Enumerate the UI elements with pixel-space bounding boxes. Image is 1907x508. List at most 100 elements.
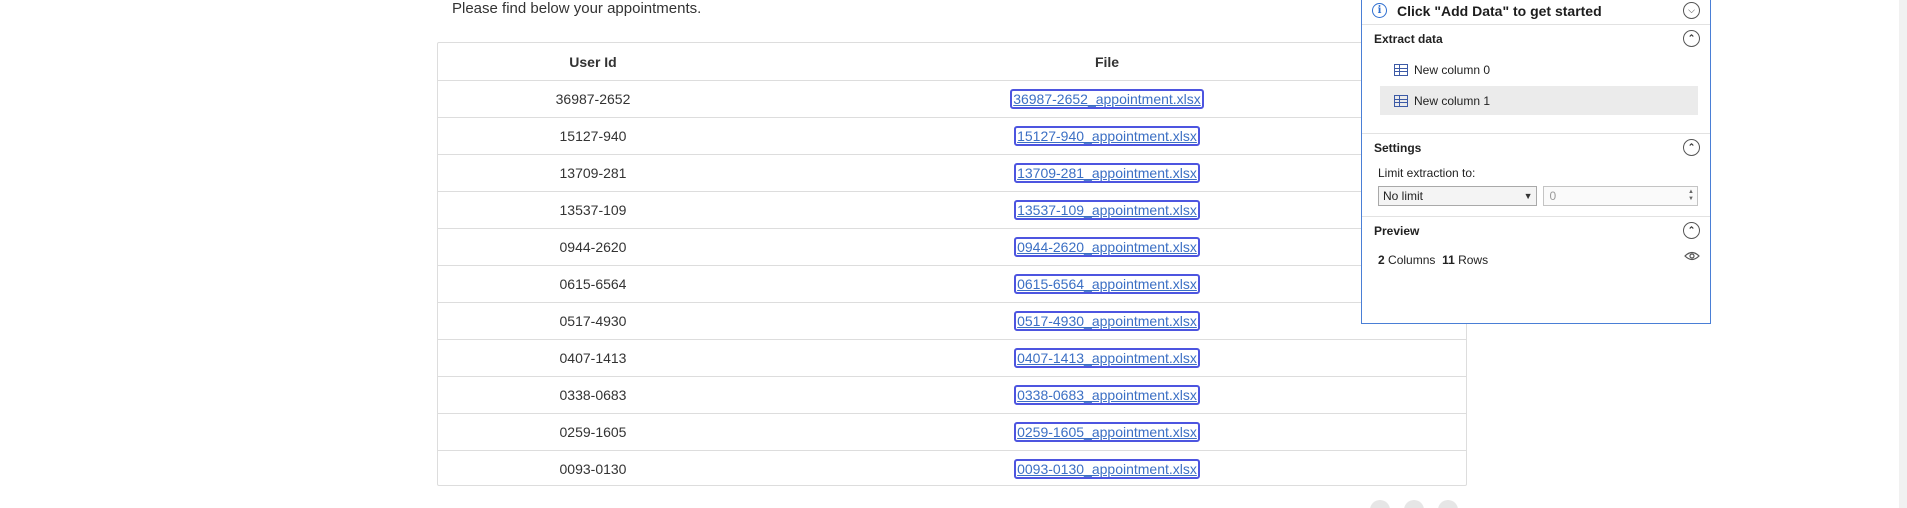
- collapse-header-button[interactable]: ⌵: [1683, 2, 1700, 19]
- settings-heading: Settings ⌃: [1362, 134, 1710, 162]
- appointments-table: User Id File 36987-2652 36987-2652_appoin…: [438, 43, 1466, 487]
- table-column-icon: [1394, 94, 1408, 107]
- settings-body: Limit extraction to: No limit ▼ 0 ▲ ▼: [1362, 162, 1710, 216]
- appointments-table-container: User Id File 36987-2652 36987-2652_appoin…: [437, 42, 1467, 487]
- eye-icon[interactable]: [1684, 251, 1700, 261]
- preview-summary: 2 Columns 11 Rows: [1362, 245, 1710, 277]
- user-id-cell: 13709-281: [438, 154, 748, 192]
- column-item-label: New column 0: [1414, 62, 1491, 77]
- file-link[interactable]: 15127-940_appointment.xlsx: [1014, 126, 1200, 146]
- toggle-preview-button[interactable]: ⌃: [1683, 222, 1700, 239]
- extract-data-section: Extract data ⌃ New column 0 New column 1: [1362, 25, 1710, 134]
- table-row: 0407-1413 0407-1413_appointment.xlsx: [438, 339, 1466, 377]
- file-cell: 0259-1605_appointment.xlsx: [748, 413, 1466, 451]
- limit-row: No limit ▼ 0 ▲ ▼: [1378, 186, 1698, 206]
- extract-data-heading: Extract data ⌃: [1362, 25, 1710, 53]
- file-link[interactable]: 0338-0683_appointment.xlsx: [1014, 385, 1200, 405]
- file-link[interactable]: 0615-6564_appointment.xlsx: [1014, 274, 1200, 294]
- toggle-settings-button[interactable]: ⌃: [1683, 139, 1700, 156]
- extract-data-title: Extract data: [1374, 32, 1443, 46]
- pager-dot[interactable]: [1438, 500, 1458, 508]
- pager-dot[interactable]: [1370, 500, 1390, 508]
- chevron-up-icon: ⌃: [1687, 225, 1696, 235]
- page-scrollbar[interactable]: [1899, 0, 1907, 508]
- limit-select-value: No limit: [1383, 189, 1424, 203]
- user-id-cell: 36987-2652: [555, 91, 631, 107]
- column-item-1[interactable]: New column 1: [1380, 86, 1698, 115]
- table-column-icon: [1394, 63, 1408, 76]
- table-row: 0944-2620 0944-2620_appointment.xlsx: [438, 228, 1466, 266]
- file-cell: 36987-2652_appointment.xlsx: [748, 81, 1466, 118]
- table-row: 0338-0683 0338-0683_appointment.xlsx: [438, 376, 1466, 414]
- file-link[interactable]: 0259-1605_appointment.xlsx: [1014, 422, 1200, 442]
- column-item-label: New column 1: [1414, 93, 1491, 108]
- file-cell: 0338-0683_appointment.xlsx: [748, 376, 1466, 414]
- preview-heading: Preview ⌃: [1362, 217, 1710, 245]
- table-row: 0259-1605 0259-1605_appointment.xlsx: [438, 413, 1466, 451]
- preview-rows-count: 11: [1442, 253, 1455, 267]
- pager-dot[interactable]: [1404, 500, 1424, 508]
- file-cell: 0615-6564_appointment.xlsx: [748, 265, 1466, 303]
- file-cell: 0407-1413_appointment.xlsx: [748, 339, 1466, 377]
- chevron-down-icon: ⌵: [1688, 5, 1695, 15]
- panel-header: i Click "Add Data" to get started ⌵: [1362, 0, 1710, 25]
- chevron-up-icon: ⌃: [1687, 33, 1696, 43]
- table-row: 13537-109 13537-109_appointment.xlsx: [438, 191, 1466, 229]
- info-icon: i: [1372, 3, 1387, 18]
- user-id-cell: 0259-1605: [438, 413, 748, 451]
- chevron-up-icon: ⌃: [1687, 142, 1696, 152]
- file-cell: 13537-109_appointment.xlsx: [748, 191, 1466, 229]
- user-id-cell: 15127-940: [438, 117, 748, 155]
- panel-header-title: Click "Add Data" to get started: [1397, 2, 1602, 19]
- preview-columns-label: Columns: [1388, 253, 1436, 267]
- intro-text: Please find below your appointments.: [452, 0, 702, 17]
- settings-title: Settings: [1374, 141, 1422, 155]
- file-link[interactable]: 0407-1413_appointment.xlsx: [1014, 348, 1200, 368]
- table-row: 0517-4930 0517-4930_appointment.xlsx: [438, 302, 1466, 340]
- file-cell: 13709-281_appointment.xlsx: [748, 154, 1466, 192]
- file-cell: 15127-940_appointment.xlsx: [748, 117, 1466, 155]
- user-id-cell: 0093-0130: [438, 450, 748, 487]
- user-id-cell: 0338-0683: [438, 376, 748, 414]
- spinner-up-icon[interactable]: ▲: [1688, 189, 1694, 196]
- preview-rows-label: Rows: [1458, 253, 1489, 267]
- user-id-cell: 13537-109: [438, 191, 748, 229]
- limit-select[interactable]: No limit ▼: [1378, 186, 1538, 206]
- table-row: 15127-940 15127-940_appointment.xlsx: [438, 117, 1466, 155]
- number-spinner[interactable]: ▲ ▼: [1688, 189, 1694, 203]
- file-link[interactable]: 0517-4930_appointment.xlsx: [1014, 311, 1200, 331]
- file-cell: 0944-2620_appointment.xlsx: [748, 228, 1466, 266]
- file-link[interactable]: 36987-2652_appointment.xlsx: [1010, 89, 1204, 109]
- user-id-cell: 0517-4930: [438, 302, 748, 340]
- dropdown-arrow-icon: ▼: [1523, 191, 1533, 201]
- preview-columns-count: 2: [1378, 253, 1385, 267]
- user-id-cell: 0407-1413: [438, 339, 748, 377]
- table-row: 13709-281 13709-281_appointment.xlsx: [438, 154, 1466, 192]
- preview-title: Preview: [1374, 224, 1420, 238]
- file-cell: 0517-4930_appointment.xlsx: [748, 302, 1466, 340]
- table-row: 36987-2652 36987-2652_appointment.xlsx: [438, 81, 1466, 118]
- file-link[interactable]: 13537-109_appointment.xlsx: [1014, 200, 1200, 220]
- spinner-down-icon[interactable]: ▼: [1688, 196, 1694, 203]
- file-link[interactable]: 13709-281_appointment.xlsx: [1014, 163, 1200, 183]
- file-link[interactable]: 0093-0130_appointment.xlsx: [1014, 459, 1200, 479]
- file-link[interactable]: 0944-2620_appointment.xlsx: [1014, 237, 1200, 257]
- preview-section: Preview ⌃ 2 Columns 11 Rows: [1362, 217, 1710, 277]
- header-user-id: User Id: [438, 43, 748, 81]
- header-file: File: [748, 43, 1466, 81]
- table-header-row: User Id File: [438, 43, 1466, 81]
- settings-section: Settings ⌃ Limit extraction to: No limit…: [1362, 134, 1710, 217]
- pagination: [1370, 500, 1458, 508]
- column-list: New column 0 New column 1: [1362, 55, 1710, 133]
- column-item-0[interactable]: New column 0: [1380, 55, 1698, 84]
- table-row: 0615-6564 0615-6564_appointment.xlsx: [438, 265, 1466, 303]
- page: Please find below your appointments. Use…: [0, 0, 1907, 508]
- file-cell: 0093-0130_appointment.xlsx: [748, 450, 1466, 487]
- user-id-cell: 0615-6564: [438, 265, 748, 303]
- extraction-panel: i Click "Add Data" to get started ⌵ Extr…: [1361, 0, 1711, 324]
- limit-label: Limit extraction to:: [1378, 166, 1476, 180]
- limit-number-input[interactable]: 0 ▲ ▼: [1543, 186, 1698, 206]
- toggle-extract-data-button[interactable]: ⌃: [1683, 30, 1700, 47]
- table-body: 36987-2652 36987-2652_appointment.xlsx 151…: [438, 81, 1466, 487]
- table-row: 0093-0130 0093-0130_appointment.xlsx: [438, 450, 1466, 487]
